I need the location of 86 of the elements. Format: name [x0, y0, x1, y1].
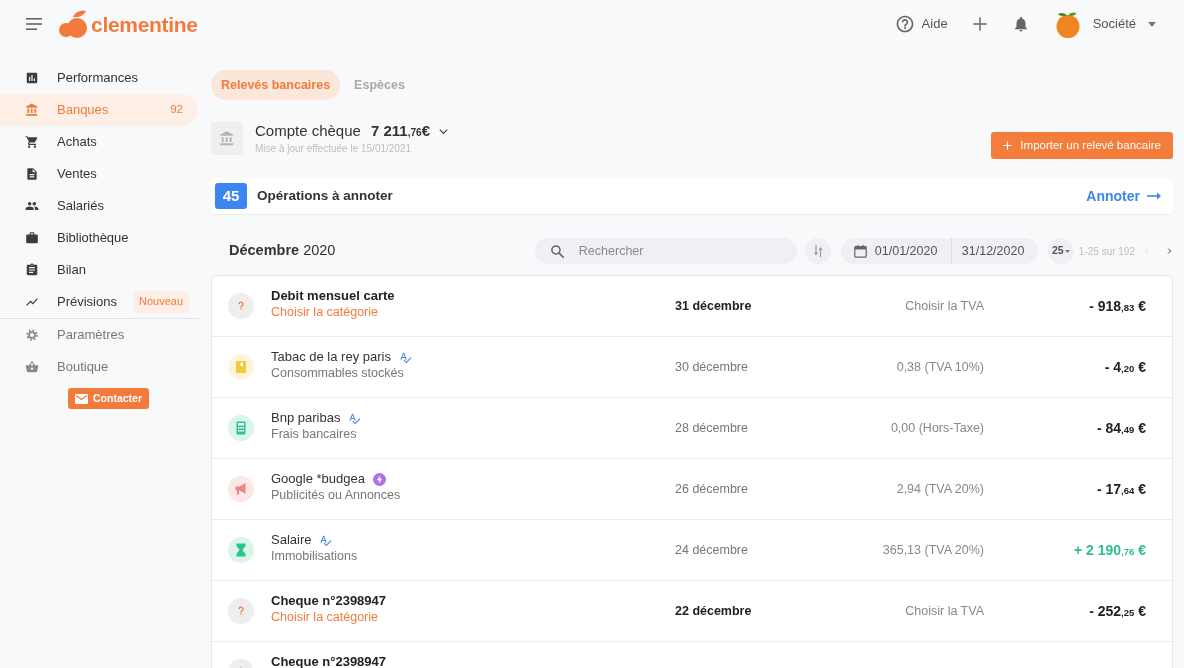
account-name: Compte chèque [255, 122, 361, 141]
cart-icon [25, 135, 39, 149]
calculator-icon [228, 415, 254, 441]
date-text: 31 décembre [675, 299, 752, 314]
date-text: 26 décembre [675, 482, 748, 497]
vat-text: 0,00 (Hors-Taxe) [890, 421, 984, 436]
caret-icon [1064, 249, 1070, 253]
pagination-range: 1-25 sur 192 [1078, 244, 1135, 259]
document-icon [25, 167, 39, 181]
sidebar-item[interactable]: Salariés [0, 190, 198, 222]
vat-text: 365,13 (TVA 20%) [882, 543, 984, 558]
search-icon [549, 243, 565, 259]
arrow-right-icon [1147, 192, 1161, 200]
category-text: Consommables stockés [271, 365, 405, 381]
help-link[interactable]: Aide [894, 14, 948, 34]
logo-text: clementine [91, 13, 198, 35]
date-range-picker[interactable]: 01/01/2020 31/12/2020 [840, 238, 1038, 264]
sidebar-item[interactable]: Ventes [0, 158, 198, 190]
envelope-icon [75, 393, 88, 404]
clipboard-icon [25, 263, 39, 277]
item-count: 92 [170, 102, 183, 118]
sidebar-item[interactable]: Performances [0, 62, 198, 94]
sidebar-item[interactable]: Bibliothèque [0, 222, 198, 254]
end-date-field[interactable]: 31/12/2020 [961, 241, 1028, 261]
logo-icon [58, 10, 88, 38]
plus-icon [1003, 141, 1013, 150]
chevron-right-icon[interactable] [1166, 246, 1173, 256]
briefcase-icon [25, 231, 39, 245]
amount-text: - 918,83 € [1089, 297, 1146, 314]
sidebar-item[interactable]: Bilan [0, 254, 198, 286]
category-text: Immobilisations [271, 548, 359, 564]
start-date-field[interactable]: 01/01/2020 [874, 241, 941, 261]
transaction-name: Bnp paribas [271, 410, 341, 426]
add-icon[interactable] [971, 16, 988, 32]
sort-icon [812, 245, 823, 257]
bar-chart-icon [25, 71, 39, 85]
category-text: Frais bancaires [271, 426, 358, 442]
annotation-label: Opérations à annoter [257, 186, 393, 205]
sidebar-item[interactable]: Boutique [0, 351, 198, 383]
account-balance: 7 211,76€ [370, 122, 431, 141]
vat-text: 2,94 (TVA 20%) [896, 482, 984, 497]
megaphone-icon [228, 476, 254, 502]
sidebar-item[interactable]: Achats [0, 126, 198, 158]
transaction-name: Debit mensuel carte [271, 288, 395, 304]
sidebar-item[interactable]: Paramètres [0, 319, 198, 351]
company-menu[interactable]: Société [1092, 14, 1156, 34]
amount-text: - 84,49 € [1096, 419, 1146, 436]
question-mark-icon [228, 598, 254, 624]
caret-icon [1148, 21, 1156, 27]
question-mark-icon [228, 293, 254, 319]
amount-text: - 252,25 € [1089, 602, 1146, 619]
category-text: Publicités ou Annonces [271, 487, 402, 503]
basket-icon [25, 360, 39, 374]
date-text: 24 décembre [675, 543, 748, 558]
hourglass-icon [228, 537, 254, 563]
transaction-name: Google *budgea [271, 471, 365, 487]
amount-text: - 4,20 € [1104, 358, 1146, 375]
date-text: 22 décembre [675, 604, 752, 619]
fruit-avatar-icon [1053, 10, 1082, 38]
sort-button[interactable] [804, 238, 831, 264]
help-icon [894, 14, 915, 34]
settings-icon [25, 328, 39, 342]
vat-link[interactable]: Choisir la TVA [905, 299, 984, 314]
sidebar-item[interactable]: Prévisions Nouveau [0, 286, 198, 318]
search-field[interactable]: Rechercher [534, 238, 797, 264]
transaction-name: Cheque n°2398947 [271, 593, 387, 609]
amount-text: + 2 190,76 € [1073, 541, 1146, 558]
notebook-icon [228, 354, 254, 380]
calendar-icon [853, 244, 867, 258]
bank-icon [211, 122, 243, 155]
transaction-name: Cheque n°2398947 [271, 654, 387, 668]
period-heading: Décembre 2020 [228, 241, 336, 261]
people-icon [25, 199, 39, 213]
page-size-select[interactable]: 25 [1047, 238, 1074, 264]
bank-icon [25, 103, 39, 117]
amount-text: - 17,64 € [1096, 480, 1146, 497]
menu-icon[interactable] [26, 18, 42, 30]
annotate-link[interactable]: Annoter [1086, 185, 1161, 207]
transaction-name: Tabac de la rey paris [271, 349, 391, 365]
date-text: 30 décembre [675, 360, 748, 375]
new-badge: Nouveau [132, 291, 189, 313]
count-badge: 45 [215, 183, 247, 209]
vat-link[interactable]: Choisir la TVA [905, 604, 984, 619]
vat-text: 0,38 (TVA 10%) [896, 360, 984, 375]
transaction-name: Salaire [271, 532, 312, 548]
date-text: 28 décembre [675, 421, 748, 436]
